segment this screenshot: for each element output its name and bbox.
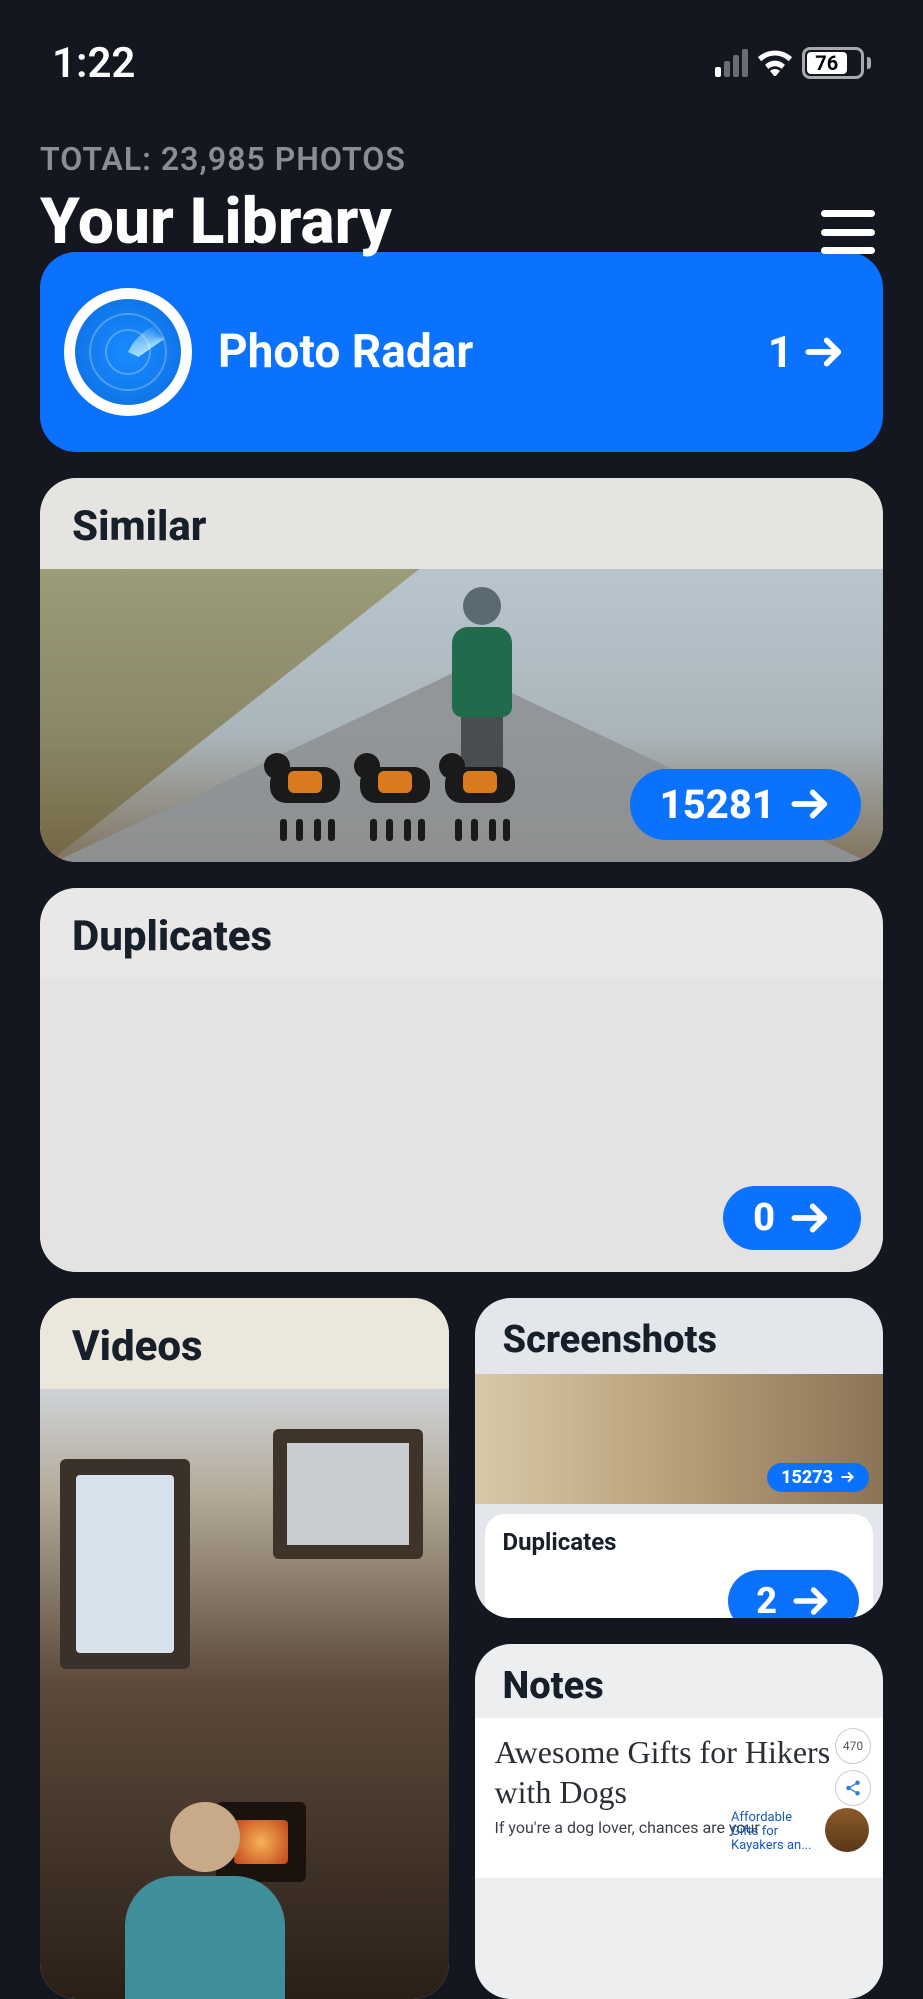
arrow-right-icon [791,1201,831,1235]
screenshots-card[interactable]: Screenshots 15273 Duplicates 2 [475,1298,884,1618]
duplicates-card[interactable]: Duplicates 0 [40,888,883,1272]
screenshots-duplicates-count-button[interactable]: 2 [728,1570,859,1618]
notes-preview: Awesome Gifts for Hikers with Dogs If yo… [475,1718,884,1878]
duplicates-count-value: 0 [753,1196,775,1240]
videos-preview-image [40,1389,449,1999]
radar-icon [64,288,192,416]
photo-radar-count[interactable]: 1 [768,326,845,378]
share-icon[interactable] [835,1770,871,1806]
related-link-text[interactable]: Affordable Gifts for Kayakers an... [731,1811,821,1854]
screenshots-duplicates-subcard[interactable]: Duplicates 2 [485,1514,874,1618]
screenshots-title: Screenshots [503,1318,856,1362]
duplicates-count-button[interactable]: 0 [723,1186,861,1250]
photo-radar-title: Photo Radar [218,325,768,379]
total-photos-label: TOTAL: 23,985 PHOTOS [40,140,883,178]
screenshots-inner-count-value: 15273 [781,1467,833,1488]
screenshots-duplicates-count-value: 2 [756,1580,777,1618]
similar-count-value: 15281 [660,781,775,828]
arrow-right-icon [805,335,845,369]
cellular-signal-icon [715,49,748,77]
notes-title: Notes [503,1664,856,1708]
similar-count-button[interactable]: 15281 [630,769,861,840]
share-count-badge: 470 [835,1728,871,1764]
similar-card[interactable]: Similar 15281 [40,478,883,862]
notes-card[interactable]: Notes Awesome Gifts for Hikers with Dogs… [475,1644,884,1999]
arrow-right-icon [841,1471,855,1483]
status-bar: 1:22 76 [0,0,923,110]
battery-percentage: 76 [807,52,847,74]
similar-title: Similar [72,502,851,551]
photo-radar-card[interactable]: Photo Radar 1 [40,252,883,452]
arrow-right-icon [793,1585,831,1617]
wifi-icon [758,50,792,76]
page-title: Your Library [40,184,883,259]
screenshots-inner-count-button[interactable]: 15273 [767,1463,869,1492]
page-header: TOTAL: 23,985 PHOTOS Your Library [0,110,923,259]
screenshots-preview-image: 15273 [475,1374,884,1504]
photo-radar-count-value: 1 [768,326,793,378]
battery-indicator: 76 [802,47,871,79]
duplicates-title: Duplicates [72,912,851,961]
videos-card[interactable]: Videos [40,1298,449,1999]
videos-title: Videos [72,1322,417,1371]
arrow-right-icon [791,787,831,821]
notes-headline: Awesome Gifts for Hikers with Dogs [495,1732,864,1812]
screenshots-duplicates-label: Duplicates [503,1528,856,1556]
status-time: 1:22 [52,39,135,88]
related-thumbnail [825,1808,869,1852]
status-indicators: 76 [715,47,871,79]
